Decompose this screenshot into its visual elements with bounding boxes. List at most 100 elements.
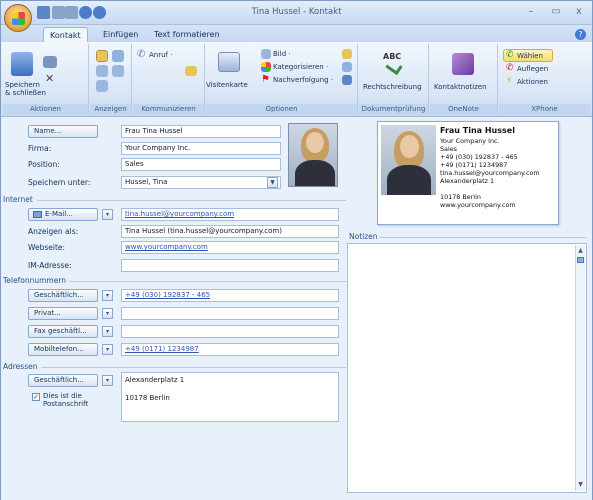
picture-icon[interactable] — [261, 49, 271, 59]
maximize-button[interactable]: ▭ — [546, 5, 566, 19]
bild-button[interactable]: Bild · — [273, 50, 291, 58]
notes-divider — [379, 237, 587, 238]
kategorisieren-button[interactable]: Kategorisieren · — [273, 63, 328, 71]
visitenkarte-button[interactable]: Visitenkarte — [206, 81, 248, 89]
all-fields-icon[interactable] — [112, 65, 124, 77]
group-onenote: Kontaktnotizen OneNote — [430, 44, 498, 115]
waehlen-button[interactable]: Wählen — [517, 52, 543, 60]
email-button-label: E-Mail... — [45, 210, 73, 218]
fax-business-dropdown-icon[interactable]: ▾ — [102, 326, 113, 337]
email-icon — [33, 211, 42, 218]
details-view-icon[interactable] — [112, 50, 124, 62]
phone-business-dropdown-icon[interactable]: ▾ — [102, 290, 113, 301]
group-label-aktionen: Aktionen — [3, 104, 88, 115]
more-communicate-icon[interactable] — [185, 66, 197, 76]
address-business-button[interactable]: Geschäftlich... — [28, 374, 98, 387]
mobile-field[interactable]: +49 (0171) 1234987 — [121, 343, 339, 356]
address-field[interactable]: Alexanderplatz 1 10178 Berlin — [121, 372, 339, 422]
tab-einfuegen[interactable]: Einfügen — [97, 27, 144, 43]
card-company: Your Company Inc. — [440, 137, 500, 145]
phone-icon[interactable]: ✆ — [137, 50, 147, 60]
categories-icon[interactable] — [261, 62, 271, 72]
im-label: IM-Adresse: — [28, 261, 72, 270]
phone-private-field[interactable] — [121, 307, 339, 320]
position-field[interactable]: Sales — [121, 158, 281, 171]
scroll-thumb[interactable] — [577, 257, 584, 263]
email-field[interactable]: tina.hussel@yourcompany.com — [121, 208, 339, 221]
phone-private-button[interactable]: Privat... — [28, 307, 98, 320]
speichern-field[interactable]: Hussel, Tina — [121, 176, 281, 189]
flag-icon[interactable]: ⚑ — [261, 75, 271, 85]
auflegen-button[interactable]: Auflegen — [517, 65, 548, 73]
phone-business-field[interactable]: +49 (030) 192837 - 465 — [121, 289, 339, 302]
office-button[interactable] — [4, 4, 32, 32]
notes-area[interactable]: ▲ ▼ — [347, 243, 587, 493]
fax-business-button[interactable]: Fax geschäftl... — [28, 325, 98, 338]
office-logo-icon — [12, 12, 25, 25]
webseite-label: Webseite: — [28, 243, 66, 252]
email-dropdown-icon[interactable]: ▾ — [102, 209, 113, 220]
contact-photo[interactable] — [288, 123, 338, 187]
notes-scrollbar[interactable]: ▲ ▼ — [575, 245, 585, 491]
email-button[interactable]: E-Mail... — [28, 208, 98, 221]
anzeigen-field[interactable]: Tina Hussel (tina.hussel@yourcompany.com… — [121, 225, 339, 238]
aktionen-xphone-button[interactable]: Aktionen — [517, 78, 548, 86]
webseite-field[interactable]: www.yourcompany.com — [121, 241, 339, 254]
address-book-icon[interactable] — [342, 62, 352, 72]
internet-section: Internet — [3, 195, 375, 204]
lightning-icon[interactable]: ⚡ — [506, 77, 515, 86]
group-aktionen: Speichern & schließen ✕ Aktionen — [3, 44, 89, 115]
firma-field[interactable]: Your Company Inc. — [121, 142, 281, 155]
card-street: Alexanderplatz 1 — [440, 177, 495, 185]
business-card[interactable]: Frau Tina Hussel Your Company Inc. Sales… — [377, 121, 559, 225]
name-button[interactable]: Name... — [28, 125, 98, 138]
delete-icon[interactable]: ✕ — [45, 73, 55, 84]
card-phone2: +49 (0171) 1234987 — [440, 161, 508, 169]
ribbon-tabs: Kontakt Einfügen Text formatieren ? — [1, 25, 592, 43]
kontaktnotizen-button[interactable]: Kontaktnotizen — [434, 83, 487, 91]
tab-text-formatieren[interactable]: Text formatieren — [148, 27, 226, 43]
close-button[interactable]: x — [569, 5, 589, 19]
group-optionen: Visitenkarte Bild · Kategorisieren · ⚑ N… — [206, 44, 358, 115]
nachverfolgung-button[interactable]: Nachverfolgung · — [273, 76, 333, 84]
mobile-dropdown-icon[interactable]: ▾ — [102, 344, 113, 355]
scroll-up-icon[interactable]: ▲ — [576, 247, 585, 255]
name-field[interactable]: Frau Tina Hussel — [121, 125, 281, 138]
dial-icon[interactable]: ✆ — [506, 51, 515, 60]
address-dropdown-icon[interactable]: ▾ — [102, 375, 113, 386]
minimize-button[interactable]: – — [521, 5, 541, 19]
help-icon[interactable]: ? — [575, 29, 586, 40]
scroll-down-icon[interactable]: ▼ — [576, 481, 585, 489]
adressen-section: Adressen — [3, 362, 387, 371]
phone-private-dropdown-icon[interactable]: ▾ — [102, 308, 113, 319]
contact-options-icon[interactable] — [43, 56, 57, 68]
certificates-icon[interactable] — [96, 65, 108, 77]
mobile-button[interactable]: Mobiltelefon... — [28, 343, 98, 356]
sharing-icon[interactable] — [342, 75, 352, 85]
tab-kontakt[interactable]: Kontakt — [43, 27, 88, 43]
speichern-dropdown-icon[interactable]: ▼ — [267, 177, 278, 188]
phone-business-button[interactable]: Geschäftlich... — [28, 289, 98, 302]
photo-face — [306, 132, 324, 153]
fax-business-field[interactable] — [121, 325, 339, 338]
rechtschreibung-button[interactable]: Rechtschreibung — [363, 83, 422, 91]
group-label-dokumentpruefung: Dokumentprüfung — [359, 104, 428, 115]
save-close-icon[interactable] — [11, 52, 33, 76]
contact-window: Tina Hussel - Kontakt – ▭ x Kontakt Einf… — [0, 0, 593, 500]
checkmark-icon — [385, 58, 403, 76]
postal-checkbox[interactable]: ✓ — [32, 393, 40, 401]
save-close-button[interactable]: Speichern & schließen — [5, 81, 46, 97]
card-email: tina.hussel@yourcompany.com — [440, 169, 540, 177]
address-line2: 10178 Berlin — [125, 394, 170, 402]
general-view-icon[interactable] — [96, 50, 108, 62]
group-label-optionen: Optionen — [206, 104, 357, 115]
activities-icon[interactable] — [96, 80, 108, 92]
card-position: Sales — [440, 145, 458, 153]
lock-icon[interactable] — [342, 49, 352, 59]
visitenkarte-icon[interactable] — [218, 52, 240, 72]
im-field[interactable] — [121, 259, 339, 272]
call-button[interactable]: Anruf · — [149, 51, 172, 59]
onenote-icon[interactable] — [452, 53, 474, 75]
group-kommunizieren: ✆ Anruf · Kommunizieren — [133, 44, 205, 115]
hangup-icon[interactable]: ✆ — [506, 64, 515, 73]
